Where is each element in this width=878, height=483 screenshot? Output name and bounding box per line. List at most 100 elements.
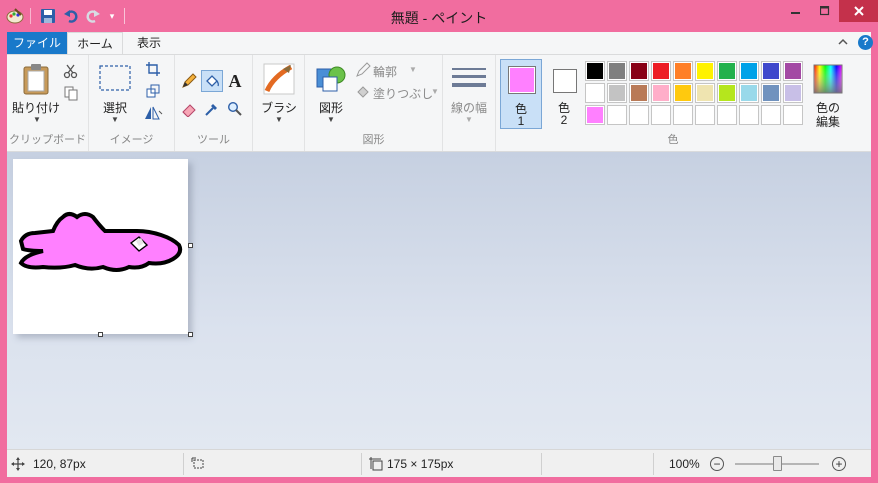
canvas-workspace[interactable] — [7, 152, 871, 449]
color2-button[interactable]: 色 2 — [544, 59, 586, 129]
resize-handle-bottom[interactable] — [98, 332, 103, 337]
brushes-dropdown-icon: ▼ — [275, 115, 283, 124]
status-bar: 120, 87px 175 × 175px 100% − + — [7, 449, 871, 477]
palette-swatch[interactable] — [607, 83, 627, 103]
zoom-out-button[interactable]: − — [710, 457, 724, 471]
minimize-button[interactable] — [781, 0, 811, 22]
shapes-button[interactable]: 図形 ▼ — [309, 59, 353, 127]
tab-file[interactable]: ファイル — [7, 32, 67, 54]
palette-swatch-fill — [653, 85, 669, 101]
maximize-button[interactable] — [811, 0, 839, 22]
palette-swatch[interactable] — [695, 105, 715, 125]
palette-swatch[interactable] — [651, 105, 671, 125]
paint-app-icon[interactable] — [6, 7, 24, 25]
undo-button[interactable] — [61, 6, 81, 26]
palette-swatch-fill — [675, 63, 691, 79]
palette-swatch-fill — [631, 85, 647, 101]
tab-view[interactable]: 表示 — [123, 32, 175, 54]
undo-icon — [64, 10, 78, 23]
shape-fill-button[interactable]: 塗りつぶし ▼ — [355, 83, 439, 101]
color1-button[interactable]: 色 1 — [500, 59, 542, 129]
palette-swatch[interactable] — [651, 61, 671, 81]
size-button[interactable]: 線の幅 ▼ — [445, 59, 493, 127]
fill-tool[interactable] — [201, 70, 223, 92]
palette-swatch[interactable] — [739, 61, 759, 81]
paste-dropdown-icon: ▼ — [33, 115, 41, 124]
text-tool[interactable]: A — [225, 71, 245, 91]
cursor-position-icon — [11, 457, 25, 471]
palette-swatch[interactable] — [783, 105, 803, 125]
color2-swatch — [553, 69, 577, 93]
shapes-icon — [316, 66, 346, 92]
brushes-button[interactable]: ブラシ ▼ — [257, 59, 301, 127]
palette-swatch[interactable] — [717, 105, 737, 125]
palette-swatch[interactable] — [695, 83, 715, 103]
customize-quick-access-icon[interactable]: ▾ — [106, 9, 118, 23]
palette-swatch[interactable] — [607, 61, 627, 81]
drawing-canvas[interactable] — [13, 159, 188, 334]
palette-swatch[interactable] — [717, 83, 737, 103]
palette-swatch[interactable] — [585, 83, 605, 103]
brushes-label: ブラシ — [261, 101, 297, 115]
crop-button[interactable] — [143, 59, 163, 79]
redo-button[interactable] — [83, 6, 103, 26]
cut-button[interactable] — [61, 61, 81, 81]
palette-swatch[interactable] — [651, 83, 671, 103]
maximize-icon — [820, 6, 830, 16]
palette-swatch[interactable] — [585, 61, 605, 81]
palette-swatch[interactable] — [717, 61, 737, 81]
close-icon — [853, 6, 864, 16]
zoom-in-button[interactable]: + — [832, 457, 846, 471]
selection-size — [191, 450, 205, 478]
palette-swatch-fill — [609, 85, 625, 101]
color-picker-tool[interactable] — [202, 99, 222, 119]
palette-swatch[interactable] — [783, 83, 803, 103]
palette-swatch[interactable] — [761, 61, 781, 81]
edit-colors-button[interactable]: 色の 編集 — [808, 59, 848, 129]
palette-swatch[interactable] — [673, 61, 693, 81]
palette-swatch[interactable] — [695, 61, 715, 81]
eraser-tool[interactable] — [179, 99, 199, 119]
resize-button[interactable] — [143, 81, 163, 101]
window-title: 無題 - ペイント — [390, 10, 488, 26]
resize-handle-right[interactable] — [188, 243, 193, 248]
palette-swatch[interactable] — [761, 83, 781, 103]
palette-swatch-fill — [719, 85, 735, 101]
palette-swatch[interactable] — [629, 83, 649, 103]
quick-access-divider — [30, 8, 31, 24]
clipboard-group: 貼り付け ▼ クリップボード — [7, 55, 89, 151]
palette-swatch[interactable] — [761, 105, 781, 125]
help-icon[interactable]: ? — [858, 35, 873, 50]
collapse-ribbon-icon[interactable] — [837, 36, 849, 48]
palette-swatch-fill — [741, 63, 757, 79]
palette-swatch[interactable] — [739, 83, 759, 103]
rotate-icon — [145, 106, 163, 120]
close-button[interactable] — [839, 0, 878, 22]
crop-icon — [146, 62, 160, 76]
size-group: 線の幅 ▼ — [443, 55, 496, 151]
status-divider — [361, 453, 362, 475]
palette-swatch-fill — [785, 107, 801, 123]
zoom-slider-thumb[interactable] — [773, 456, 782, 471]
pencil-tool[interactable] — [179, 71, 199, 91]
copy-button[interactable] — [61, 83, 81, 103]
image-group: 選択 ▼ イメージ — [89, 55, 175, 151]
select-button[interactable]: 選択 ▼ — [93, 59, 137, 127]
save-button[interactable] — [38, 6, 58, 26]
palette-swatch[interactable] — [673, 83, 693, 103]
magnifier-tool[interactable] — [225, 99, 245, 119]
palette-swatch[interactable] — [739, 105, 759, 125]
status-divider — [653, 453, 654, 475]
palette-swatch[interactable] — [783, 61, 803, 81]
tab-home[interactable]: ホーム — [67, 32, 123, 54]
palette-swatch[interactable] — [629, 61, 649, 81]
palette-swatch[interactable] — [673, 105, 693, 125]
palette-swatch[interactable] — [629, 105, 649, 125]
resize-handle-corner[interactable] — [188, 332, 193, 337]
paste-button[interactable]: 貼り付け ▼ — [11, 59, 61, 127]
palette-swatch-fill — [675, 107, 691, 123]
palette-swatch[interactable] — [585, 105, 605, 125]
shape-outline-button[interactable]: 輪郭 ▼ — [355, 61, 439, 79]
rotate-button[interactable] — [139, 103, 167, 123]
palette-swatch[interactable] — [607, 105, 627, 125]
